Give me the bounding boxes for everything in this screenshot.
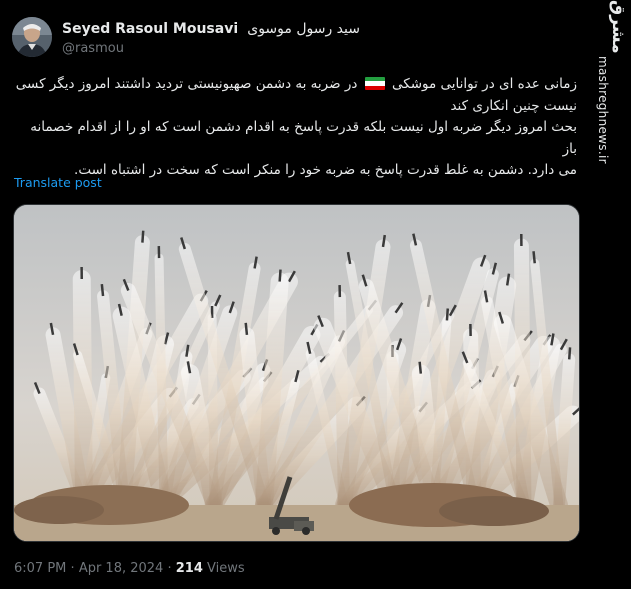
post-date[interactable]: Apr 18, 2024 (79, 561, 164, 576)
missile (532, 251, 536, 264)
missile-salvo-photo (14, 205, 579, 541)
smoke-trail (72, 270, 93, 514)
missile (445, 308, 450, 321)
meta-separator: · (70, 561, 75, 576)
user-handle[interactable]: @rasmou (62, 41, 124, 56)
missile (244, 322, 249, 335)
post-line-1-part-2: در ضربه به دشمن صهیونیستی تردید داشتند ا… (15, 76, 358, 92)
post-image[interactable] (13, 204, 580, 542)
missile (141, 230, 145, 243)
flag-red-band (364, 85, 385, 90)
missile (100, 283, 105, 297)
views-label: Views (207, 561, 245, 576)
missile (418, 361, 423, 374)
watermark-strip: مشرق mashreghnews.ir (588, 0, 631, 589)
display-name[interactable]: Seyed Rasoul Mousavi (62, 21, 238, 37)
mashregh-logo: مشرق (608, 0, 628, 54)
post-text: زمانی عده ای در توانایی موشکی در ضربه به… (14, 74, 577, 182)
views-count: 214 (175, 561, 203, 576)
post-metadata: 6:07 PM · Apr 18, 2024 · 214 Views (14, 561, 245, 576)
tweet-card: Seyed Rasoul Mousavi سید رسول موسوی @ras… (0, 0, 588, 589)
display-name-persian[interactable]: سید رسول موسوی (247, 21, 360, 37)
missile (381, 234, 387, 248)
post-line-2: نیست چنین انکاری کند (450, 97, 577, 114)
post-time[interactable]: 6:07 PM (14, 561, 66, 576)
missile (567, 347, 572, 360)
meta-separator-2: · (167, 561, 172, 576)
translate-post-link[interactable]: Translate post (14, 175, 102, 190)
post-line-1: زمانی عده ای در توانایی موشکی در ضربه به… (14, 74, 577, 96)
avatar[interactable] (12, 17, 52, 57)
missile (185, 344, 190, 357)
missile (278, 269, 282, 282)
post-line-1-part-1: زمانی عده ای در توانایی موشکی (392, 76, 577, 92)
post-line-3: بحث امروز دیگر ضربه اول نیست بلکه قدرت پ… (30, 119, 577, 157)
iran-flag-icon (364, 77, 385, 90)
author-name-line[interactable]: Seyed Rasoul Mousavi سید رسول موسوی (62, 18, 360, 37)
watermark-url: mashreghnews.ir (596, 56, 610, 164)
missile (505, 273, 511, 286)
